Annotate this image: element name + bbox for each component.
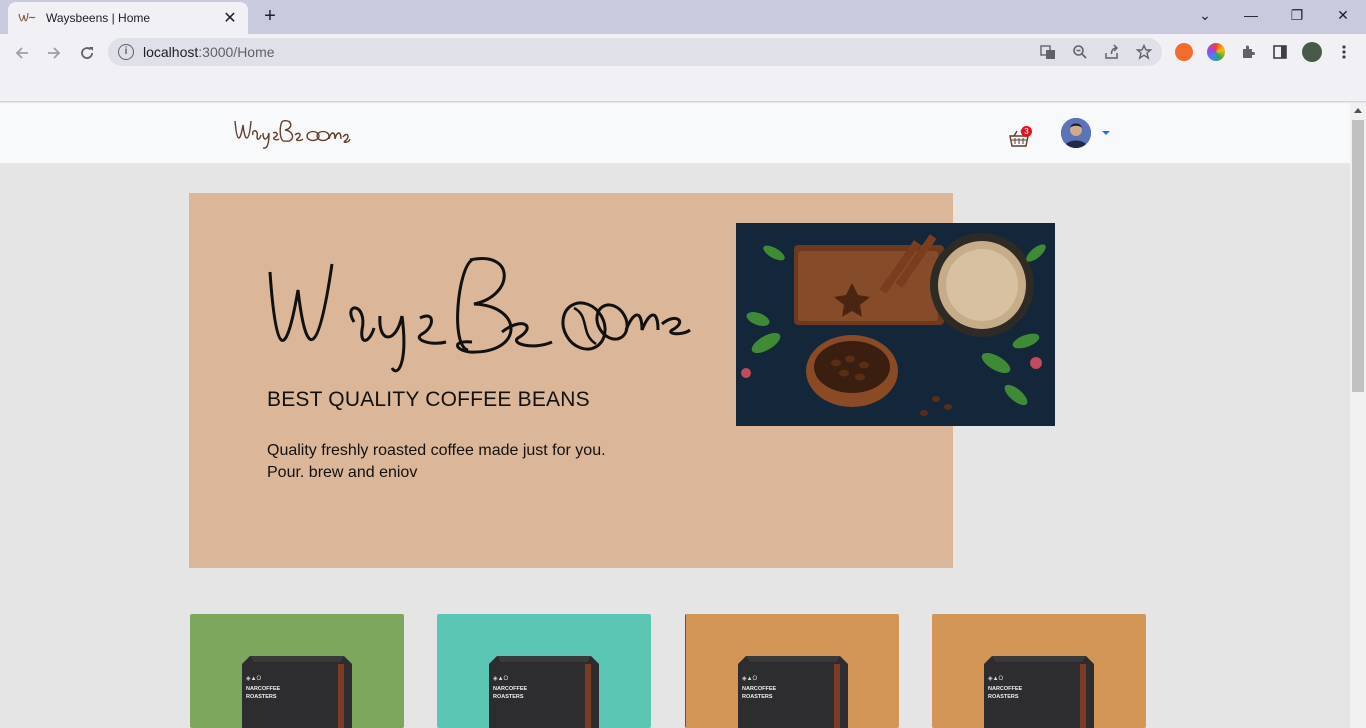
product-card-4[interactable]: ◈▲O NARCOFFEE ROASTERS (932, 614, 1146, 728)
translate-icon[interactable] (1039, 43, 1057, 61)
new-tab-button[interactable]: + (259, 5, 281, 27)
favicon-icon (18, 10, 36, 26)
tab-close-icon[interactable]: ✕ (222, 8, 238, 28)
hero-coffee-image (736, 223, 1055, 426)
browser-tab[interactable]: Waysbeens | Home ✕ (8, 2, 248, 34)
page-scrollbar[interactable] (1350, 103, 1366, 728)
scroll-up-icon[interactable] (1354, 108, 1362, 113)
reload-icon[interactable] (76, 42, 98, 64)
url-host: localhost (143, 44, 199, 60)
close-window-button[interactable]: ✕ (1320, 0, 1366, 30)
hero-description: Quality freshly roasted coffee made just… (267, 440, 606, 484)
svg-text:ROASTERS: ROASTERS (742, 694, 773, 700)
hero-title: BEST QUALITY COFFEE BEANS (267, 388, 590, 411)
product-card-1[interactable]: ◈▲O NARCOFFEE ROASTERS (190, 614, 404, 728)
site-navbar (0, 103, 1350, 163)
svg-text:◈▲O: ◈▲O (246, 676, 262, 682)
product-image-1: ◈▲O NARCOFFEE ROASTERS (190, 614, 404, 728)
zoom-icon[interactable] (1071, 43, 1089, 61)
url-text[interactable]: localhost:3000/Home (143, 44, 275, 60)
profile-icon[interactable] (1302, 42, 1322, 62)
hero-brand-logo (262, 250, 692, 380)
svg-text:◈▲O: ◈▲O (988, 676, 1004, 682)
forward-icon[interactable] (43, 42, 65, 64)
site-logo-graphic (234, 120, 351, 149)
svg-text:NARCOFFEE: NARCOFFEE (988, 686, 1023, 692)
hero-line-1: Quality freshly roasted coffee made just… (267, 442, 606, 459)
minimize-button[interactable]: — (1228, 0, 1274, 30)
product-image-4: ◈▲O NARCOFFEE ROASTERS (932, 614, 1146, 728)
svg-text:◈▲O: ◈▲O (493, 676, 509, 682)
svg-text:ROASTERS: ROASTERS (246, 694, 277, 700)
svg-text:ROASTERS: ROASTERS (493, 694, 524, 700)
restore-button[interactable]: ❐ (1274, 0, 1320, 30)
avatar[interactable] (1061, 118, 1091, 148)
star-icon[interactable] (1135, 43, 1153, 61)
share-icon[interactable] (1103, 43, 1121, 61)
tab-title: Waysbeens | Home (46, 11, 151, 25)
address-bar[interactable]: i localhost:3000/Home (108, 38, 1162, 66)
back-icon[interactable] (11, 42, 33, 64)
caret-down-icon[interactable] (1102, 131, 1110, 135)
cart-count-badge: 3 (1021, 126, 1032, 137)
menu-icon[interactable] (1335, 43, 1353, 61)
bookmarks-bar (0, 70, 1366, 102)
svg-text:ROASTERS: ROASTERS (988, 694, 1019, 700)
scrollbar-thumb[interactable] (1352, 120, 1364, 392)
site-logo[interactable] (233, 115, 351, 151)
hero-line-2: Pour. brew and eniov (267, 464, 418, 481)
svg-text:NARCOFFEE: NARCOFFEE (742, 686, 777, 692)
svg-text:◈▲O: ◈▲O (742, 676, 758, 682)
product-image-3: ◈▲O NARCOFFEE ROASTERS (686, 614, 899, 728)
product-card-2[interactable]: ◈▲O NARCOFFEE ROASTERS (437, 614, 651, 728)
url-path: :3000/Home (198, 44, 275, 60)
product-image-2: ◈▲O NARCOFFEE ROASTERS (437, 614, 651, 728)
svg-text:NARCOFFEE: NARCOFFEE (246, 686, 281, 692)
browser-tab-bar: Waysbeens | Home ✕ + ⌄ — ❐ ✕ (0, 0, 1366, 34)
extension-brave-icon[interactable] (1175, 43, 1193, 61)
info-icon[interactable]: i (118, 44, 134, 60)
extension-icon[interactable] (1239, 43, 1257, 61)
extension-color-icon[interactable] (1207, 43, 1225, 61)
svg-text:NARCOFFEE: NARCOFFEE (493, 686, 528, 692)
product-card-3[interactable]: ◈▲O NARCOFFEE ROASTERS (685, 614, 899, 728)
tab-search-icon[interactable]: ⌄ (1182, 0, 1228, 30)
sidebar-icon[interactable] (1271, 43, 1289, 61)
